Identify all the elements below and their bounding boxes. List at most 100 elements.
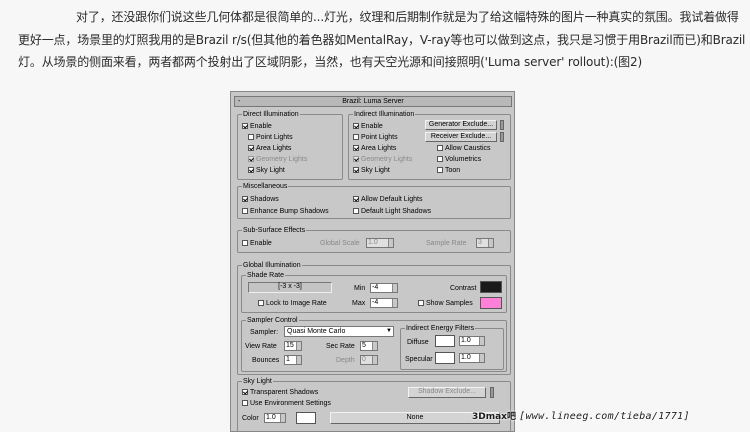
indirect-illumination-title: Indirect Illumination bbox=[353, 110, 416, 119]
view-rate-spinner[interactable]: 15 bbox=[284, 341, 302, 351]
miscellaneous-title: Miscellaneous bbox=[242, 182, 289, 191]
toon-checkbox[interactable]: Toon bbox=[437, 166, 460, 175]
sky-color-spinner[interactable]: 1.0 bbox=[264, 413, 286, 423]
min-spinner[interactable]: -4 bbox=[370, 283, 398, 293]
diffuse-spinner[interactable]: 1.0 bbox=[459, 336, 485, 346]
specular-color-swatch[interactable] bbox=[435, 352, 455, 364]
lock-to-image-rate-checkbox[interactable]: Lock to Image Rate bbox=[258, 299, 327, 308]
global-scale-spinner[interactable]: 1.0 bbox=[366, 238, 394, 248]
specular-label: Specular bbox=[405, 356, 433, 363]
shade-rate-group: Shade Rate [-3 x -3] Lock to Image Rate … bbox=[241, 271, 507, 313]
checkbox-unchecked-icon bbox=[437, 167, 443, 173]
max-label: Max bbox=[352, 300, 366, 307]
volumetrics-checkbox[interactable]: Volumetrics bbox=[437, 155, 481, 164]
direct-enable-checkbox[interactable]: Enable bbox=[242, 122, 272, 131]
receiver-exclude-scroll[interactable] bbox=[500, 132, 504, 142]
transparent-shadows-checkbox[interactable]: Transparent Shadows bbox=[242, 388, 318, 397]
max-spinner[interactable]: -4 bbox=[370, 298, 398, 308]
specular-spinner[interactable]: 1.0 bbox=[459, 353, 485, 363]
diffuse-color-swatch[interactable] bbox=[435, 335, 455, 347]
shadow-exclude-button[interactable]: Shadow Exclude... bbox=[408, 387, 486, 398]
diffuse-label: Diffuse bbox=[407, 339, 429, 346]
watermark: 3Dmax吧 [www.lineeg.com/tieba/1771] bbox=[472, 409, 690, 422]
checkbox-checked-icon bbox=[248, 156, 254, 162]
bounces-label: Bounces bbox=[252, 357, 280, 364]
enhance-bump-shadows-checkbox[interactable]: Enhance Bump Shadows bbox=[242, 207, 329, 216]
generator-exclude-scroll[interactable] bbox=[500, 120, 504, 130]
show-samples-color-swatch[interactable] bbox=[480, 297, 502, 309]
direct-geometry-lights-checkbox[interactable]: Geometry Lights bbox=[248, 155, 307, 164]
default-light-shadows-checkbox[interactable]: Default Light Shadows bbox=[353, 207, 431, 216]
depth-spinner[interactable]: 0 bbox=[360, 355, 378, 365]
direct-illumination-title: Direct Illumination bbox=[242, 110, 300, 119]
shade-rate-title: Shade Rate bbox=[246, 271, 285, 280]
global-illumination-title: Global Illumination bbox=[242, 261, 302, 270]
direct-point-lights-checkbox[interactable]: Point Lights bbox=[248, 133, 293, 142]
checkbox-checked-icon bbox=[353, 167, 359, 173]
contrast-color-swatch[interactable] bbox=[480, 281, 502, 293]
checkbox-checked-icon bbox=[248, 145, 254, 151]
bounces-spinner[interactable]: 1 bbox=[284, 355, 302, 365]
checkbox-checked-icon bbox=[242, 389, 248, 395]
article-text-block: 对了，还没跟你们说这些几何体都是很简单的...灯光，纹理和后期制作就是为了给这幅… bbox=[18, 6, 748, 74]
checkbox-checked-icon bbox=[248, 167, 254, 173]
sample-rate-spinner[interactable]: 3 bbox=[476, 238, 494, 248]
global-illumination-group: Global Illumination Shade Rate [-3 x -3]… bbox=[237, 261, 511, 375]
collapse-minus-icon[interactable]: - bbox=[238, 97, 240, 106]
shade-rate-readout: [-3 x -3] bbox=[248, 282, 332, 293]
indirect-point-lights-checkbox[interactable]: Point Lights bbox=[353, 133, 398, 142]
indirect-energy-filters-title: Indirect Energy Filters bbox=[405, 324, 476, 333]
receiver-exclude-button[interactable]: Receiver Exclude... bbox=[425, 132, 497, 142]
sky-light-title: Sky Light bbox=[242, 377, 273, 386]
checkbox-unchecked-icon bbox=[353, 134, 359, 140]
checkbox-unchecked-icon bbox=[248, 134, 254, 140]
checkbox-checked-icon bbox=[242, 196, 248, 202]
show-samples-checkbox[interactable]: Show Samples bbox=[418, 299, 473, 308]
checkbox-unchecked-icon bbox=[418, 300, 424, 306]
direct-illumination-group: Direct Illumination Enable Point Lights … bbox=[237, 110, 343, 180]
checkbox-checked-icon bbox=[353, 196, 359, 202]
sampler-dropdown[interactable]: Quasi Monte Carlo ▼ bbox=[284, 326, 394, 337]
sky-color-swatch[interactable] bbox=[296, 412, 316, 424]
article-paragraph: 对了，还没跟你们说这些几何体都是很简单的...灯光，纹理和后期制作就是为了给这幅… bbox=[18, 10, 746, 69]
generator-exclude-button[interactable]: Generator Exclude... bbox=[425, 120, 497, 130]
sub-surface-effects-title: Sub-Surface Effects bbox=[242, 226, 307, 235]
sky-color-label: Color bbox=[242, 415, 259, 422]
sky-light-group: Sky Light Transparent Shadows Use Enviro… bbox=[237, 377, 511, 431]
checkbox-unchecked-icon bbox=[437, 145, 443, 151]
checkbox-unchecked-icon bbox=[258, 300, 264, 306]
chevron-down-icon: ▼ bbox=[386, 328, 392, 334]
indirect-sky-light-checkbox[interactable]: Sky Light bbox=[353, 166, 390, 175]
shadows-checkbox[interactable]: Shadows bbox=[242, 195, 279, 204]
sampler-control-group: Sampler Control Sampler: Quasi Monte Car… bbox=[241, 316, 507, 372]
sec-rate-label: Sec Rate bbox=[326, 343, 355, 350]
contrast-label: Contrast bbox=[450, 285, 477, 292]
sample-rate-label: Sample Rate bbox=[426, 240, 467, 247]
checkbox-checked-icon bbox=[353, 123, 359, 129]
direct-area-lights-checkbox[interactable]: Area Lights bbox=[248, 144, 291, 153]
miscellaneous-group: Miscellaneous Shadows Enhance Bump Shado… bbox=[237, 182, 511, 219]
checkbox-checked-icon bbox=[353, 145, 359, 151]
rollout-title: Brazil: Luma Server bbox=[342, 98, 404, 105]
global-scale-label: Global Scale bbox=[320, 240, 360, 247]
direct-sky-light-checkbox[interactable]: Sky Light bbox=[248, 166, 285, 175]
checkbox-checked-icon bbox=[242, 123, 248, 129]
indirect-area-lights-checkbox[interactable]: Area Lights bbox=[353, 144, 396, 153]
sec-rate-spinner[interactable]: 5 bbox=[360, 341, 378, 351]
checkbox-unchecked-icon bbox=[353, 208, 359, 214]
checkbox-unchecked-icon bbox=[242, 240, 248, 246]
rollout-header[interactable]: - Brazil: Luma Server bbox=[234, 96, 512, 107]
allow-default-lights-checkbox[interactable]: Allow Default Lights bbox=[353, 195, 422, 204]
checkbox-unchecked-icon bbox=[437, 156, 443, 162]
use-environment-settings-checkbox[interactable]: Use Environment Settings bbox=[242, 399, 331, 408]
sub-surface-effects-group: Sub-Surface Effects Enable Global Scale … bbox=[237, 226, 511, 253]
indirect-enable-checkbox[interactable]: Enable bbox=[353, 122, 383, 131]
sampler-label: Sampler: bbox=[250, 329, 279, 336]
indirect-illumination-group: Indirect Illumination Enable Point Light… bbox=[348, 110, 511, 180]
indirect-energy-filters-group: Indirect Energy Filters Diffuse 1.0 Spec… bbox=[400, 324, 504, 370]
indirect-geometry-lights-checkbox[interactable]: Geometry Lights bbox=[353, 155, 412, 164]
shadow-exclude-scroll[interactable] bbox=[490, 387, 494, 398]
allow-caustics-checkbox[interactable]: Allow Caustics bbox=[437, 144, 491, 153]
sss-enable-checkbox[interactable]: Enable bbox=[242, 239, 272, 248]
watermark-brand: 3Dmax吧 bbox=[472, 412, 516, 422]
